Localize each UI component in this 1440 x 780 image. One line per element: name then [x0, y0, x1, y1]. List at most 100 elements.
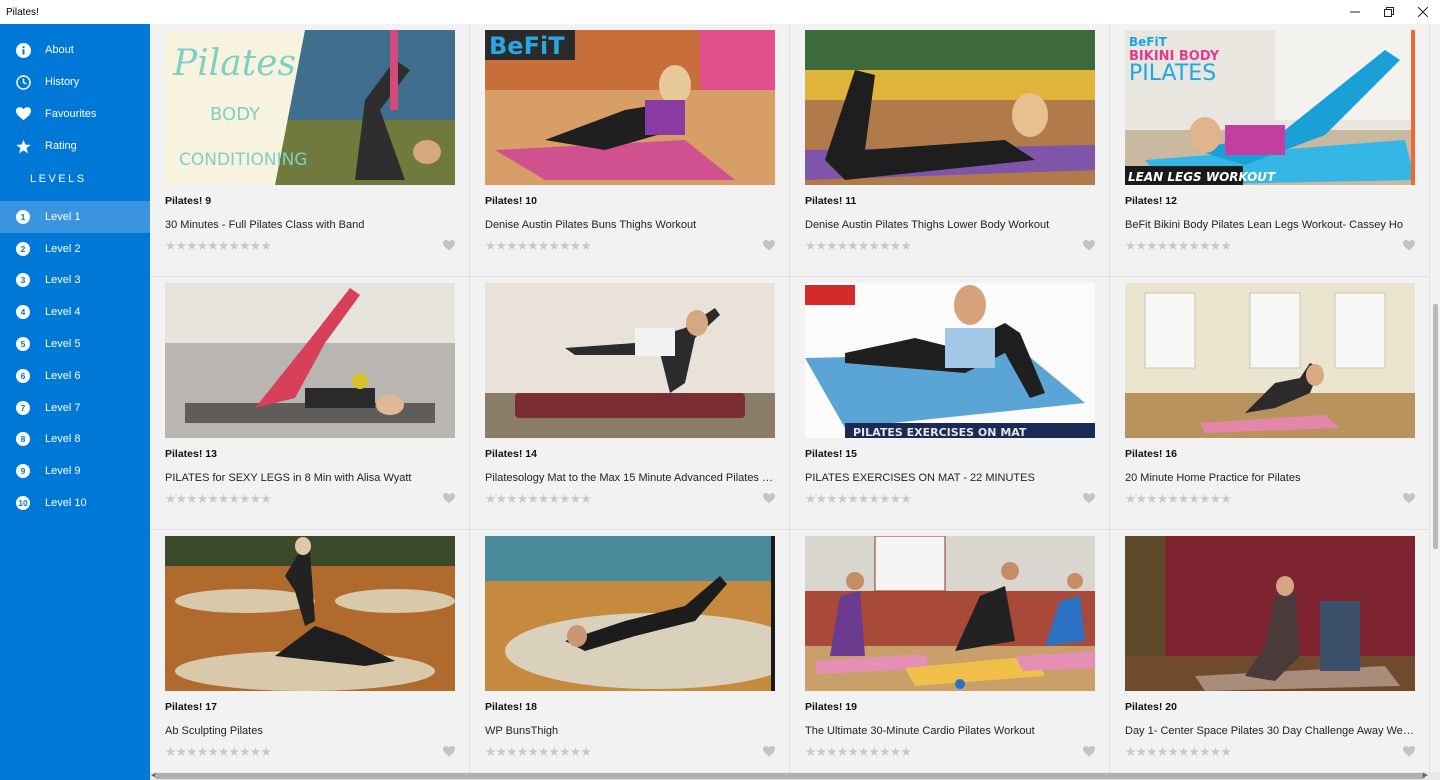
- video-card[interactable]: Pilates! 19 The Ultimate 30-Minute Cardi…: [790, 530, 1110, 772]
- video-thumbnail[interactable]: [165, 283, 455, 438]
- video-title: Day 1- Center Space Pilates 30 Day Chall…: [1125, 725, 1415, 737]
- video-thumbnail[interactable]: PILATES EXERCISES ON MAT: [805, 283, 1095, 438]
- video-title: Denise Austin Pilates Buns Thighs Workou…: [485, 219, 697, 231]
- nav-level-8[interactable]: 8 Level 8: [0, 424, 150, 456]
- nav-level-2[interactable]: 2 Level 2: [0, 233, 150, 265]
- level-label: Level 3: [45, 274, 81, 287]
- rating-stars[interactable]: ★★★★★★★★★★: [805, 744, 912, 759]
- nav-level-6[interactable]: 6 Level 6: [0, 360, 150, 392]
- video-thumbnail[interactable]: BeFiT BIKINI BODY PILATES LEAN LEGS WORK…: [1125, 30, 1415, 185]
- video-thumbnail[interactable]: [1125, 283, 1415, 438]
- video-thumbnail[interactable]: Pilates BODY CONDITIONING: [165, 30, 455, 185]
- level-label: Level 1: [45, 210, 81, 223]
- svg-text:PILATES: PILATES: [1129, 61, 1216, 86]
- nav-history[interactable]: History: [0, 66, 150, 98]
- video-card[interactable]: Pilates BODY CONDITIONING Pilates! 9 30 …: [150, 24, 470, 277]
- level-label: Level 8: [45, 433, 81, 446]
- video-name: Pilates! 16: [1125, 448, 1177, 460]
- rating-stars[interactable]: ★★★★★★★★★★: [1125, 238, 1232, 253]
- nav-favourites-label: Favourites: [45, 108, 97, 120]
- video-thumbnail[interactable]: [165, 536, 455, 691]
- video-card[interactable]: Pilates! 13 PILATES for SEXY LEGS in 8 M…: [150, 277, 470, 530]
- level-label: Level 6: [45, 369, 81, 382]
- heart-icon[interactable]: [763, 493, 775, 504]
- rating-stars[interactable]: ★★★★★★★★★★: [165, 744, 272, 759]
- video-card[interactable]: Pilates! 18 WP BunsThigh ★★★★★★★★★★: [470, 530, 790, 772]
- nav-level-7[interactable]: 7 Level 7: [0, 392, 150, 424]
- horizontal-scrollbar[interactable]: ◀ ▶: [150, 772, 1440, 780]
- level-number-badge: 4: [16, 305, 30, 320]
- scroll-right-arrow-icon[interactable]: ▶: [1423, 772, 1428, 780]
- video-thumbnail[interactable]: [485, 536, 775, 691]
- heart-icon[interactable]: [443, 746, 455, 757]
- video-card[interactable]: BeFiT Pilates! 10 Denise Austin Pilates …: [470, 24, 790, 277]
- nav-rating[interactable]: Rating: [0, 130, 150, 162]
- scrollbar-thumb[interactable]: [1433, 304, 1438, 549]
- svg-text:LEAN LEGS WORKOUT: LEAN LEGS WORKOUT: [1128, 170, 1276, 184]
- video-name: Pilates! 15: [805, 448, 857, 460]
- heart-icon[interactable]: [443, 493, 455, 504]
- video-card[interactable]: PILATES EXERCISES ON MAT Pilates! 15 PIL…: [790, 277, 1110, 530]
- video-thumbnail[interactable]: BeFiT: [485, 30, 775, 185]
- title-bar: Pilates!: [0, 0, 1440, 24]
- nav-about-label: About: [45, 44, 74, 56]
- video-name: Pilates! 11: [805, 195, 857, 207]
- nav-level-9[interactable]: 9 Level 9: [0, 455, 150, 487]
- video-name: Pilates! 12: [1125, 195, 1177, 207]
- rating-stars[interactable]: ★★★★★★★★★★: [485, 491, 592, 506]
- nav-level-3[interactable]: 3 Level 3: [0, 265, 150, 297]
- nav-about[interactable]: About: [0, 34, 150, 66]
- svg-text:Pilates: Pilates: [172, 43, 296, 84]
- minimize-button[interactable]: [1338, 0, 1372, 24]
- svg-text:BeFiT: BeFiT: [1129, 35, 1168, 49]
- rating-stars[interactable]: ★★★★★★★★★★: [1125, 491, 1232, 506]
- video-card[interactable]: Pilates! 16 20 Minute Home Practice for …: [1110, 277, 1430, 530]
- level-number-badge: 6: [16, 368, 30, 383]
- rating-stars[interactable]: ★★★★★★★★★★: [805, 491, 912, 506]
- video-name: Pilates! 9: [165, 195, 212, 207]
- heart-icon[interactable]: [1083, 240, 1095, 251]
- heart-icon[interactable]: [763, 746, 775, 757]
- video-thumbnail[interactable]: [485, 283, 775, 438]
- restore-icon: [1384, 7, 1394, 17]
- video-card[interactable]: BeFiT BIKINI BODY PILATES LEAN LEGS WORK…: [1110, 24, 1430, 277]
- heart-icon[interactable]: [1403, 240, 1415, 251]
- heart-icon[interactable]: [1403, 493, 1415, 504]
- heart-icon[interactable]: [1083, 746, 1095, 757]
- rating-stars[interactable]: ★★★★★★★★★★: [485, 238, 592, 253]
- rating-stars[interactable]: ★★★★★★★★★★: [165, 238, 272, 253]
- restore-button[interactable]: [1372, 0, 1406, 24]
- video-name: Pilates! 14: [485, 448, 537, 460]
- rating-stars[interactable]: ★★★★★★★★★★: [485, 744, 592, 759]
- svg-text:BODY: BODY: [210, 104, 261, 125]
- level-label: Level 5: [45, 338, 81, 351]
- video-name: Pilates! 20: [1125, 701, 1177, 713]
- video-thumbnail[interactable]: [1125, 536, 1415, 691]
- video-card[interactable]: Pilates! 17 Ab Sculpting Pilates ★★★★★★★…: [150, 530, 470, 772]
- info-icon: [15, 42, 31, 58]
- nav-level-10[interactable]: 10 Level 10: [0, 487, 150, 519]
- rating-stars[interactable]: ★★★★★★★★★★: [165, 491, 272, 506]
- video-thumbnail[interactable]: [805, 30, 1095, 185]
- video-card[interactable]: Pilates! 20 Day 1- Center Space Pilates …: [1110, 530, 1430, 772]
- vertical-scrollbar[interactable]: [1431, 24, 1440, 780]
- close-button[interactable]: [1406, 0, 1440, 24]
- video-grid-panel: Pilates BODY CONDITIONING Pilates! 9 30 …: [150, 24, 1431, 772]
- heart-icon[interactable]: [763, 240, 775, 251]
- heart-icon[interactable]: [1403, 746, 1415, 757]
- nav-level-5[interactable]: 5 Level 5: [0, 328, 150, 360]
- video-card[interactable]: Pilates! 14 Pilatesology Mat to the Max …: [470, 277, 790, 530]
- video-name: Pilates! 19: [805, 701, 857, 713]
- scrollbar-thumb[interactable]: [155, 773, 1425, 779]
- rating-stars[interactable]: ★★★★★★★★★★: [805, 238, 912, 253]
- video-thumbnail[interactable]: [805, 536, 1095, 691]
- heart-icon[interactable]: [443, 240, 455, 251]
- video-card[interactable]: Pilates! 11 Denise Austin Pilates Thighs…: [790, 24, 1110, 277]
- video-name: Pilates! 10: [485, 195, 537, 207]
- video-title: Pilatesology Mat to the Max 15 Minute Ad…: [485, 472, 775, 484]
- nav-level-1[interactable]: 1 Level 1: [0, 201, 150, 233]
- heart-icon[interactable]: [1083, 493, 1095, 504]
- nav-level-4[interactable]: 4 Level 4: [0, 296, 150, 328]
- rating-stars[interactable]: ★★★★★★★★★★: [1125, 744, 1232, 759]
- nav-favourites[interactable]: Favourites: [0, 98, 150, 130]
